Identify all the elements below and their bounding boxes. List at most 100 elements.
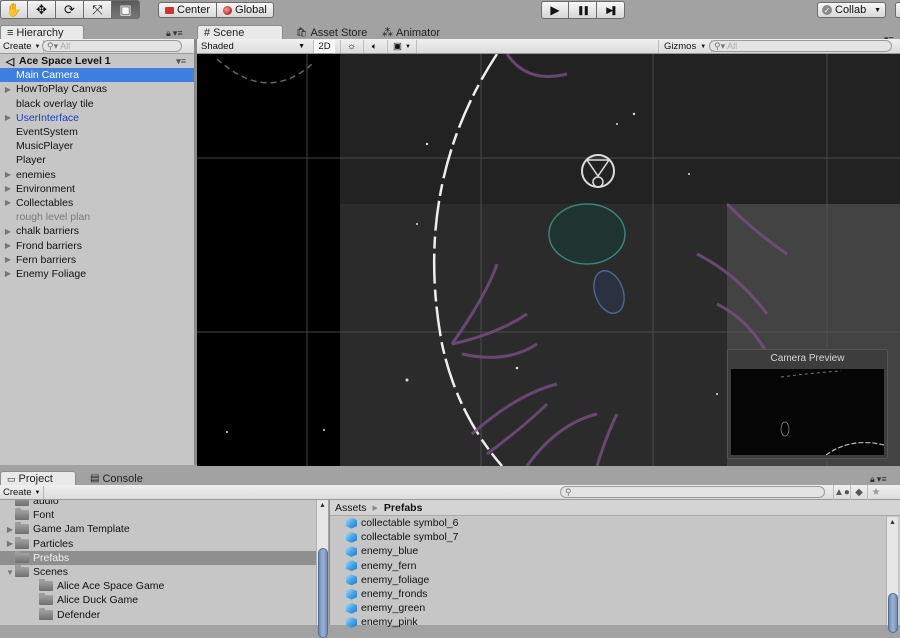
hand-tool-button[interactable]: ✋	[0, 0, 28, 19]
collapse-arrow-icon[interactable]: ▼	[5, 568, 15, 577]
expand-arrow-icon[interactable]: ▶	[0, 113, 16, 122]
asset-list-scrollbar[interactable]: ▲	[886, 517, 898, 633]
expand-arrow-icon[interactable]: ▶	[0, 170, 16, 179]
hierarchy-search-input[interactable]: ⚲▾ All	[42, 40, 182, 52]
hierarchy-item[interactable]: ▶ enemies	[0, 168, 194, 182]
create-label: Create	[3, 487, 32, 498]
expand-arrow-icon[interactable]: ▶	[0, 255, 16, 264]
collab-button[interactable]: ✓ Collab ▼	[817, 2, 886, 18]
hierarchy-item[interactable]: ▶ Collectables	[0, 196, 194, 210]
tab-hierarchy[interactable]: ≡ Hierarchy	[0, 25, 84, 40]
project-search-input[interactable]: ⚲	[560, 486, 825, 498]
hierarchy-item[interactable]: ▶ Enemy Foliage	[0, 267, 194, 281]
filter-by-label-button[interactable]: ◆	[850, 485, 867, 500]
pivot-global-toggle[interactable]: Global	[217, 2, 274, 18]
effects-dropdown[interactable]: ▣ ▼	[387, 40, 417, 53]
scrollbar-thumb[interactable]	[888, 593, 898, 633]
pause-button[interactable]: ❚❚	[569, 1, 597, 19]
lighting-toggle[interactable]: ☼	[340, 40, 362, 53]
hierarchy-item[interactable]: ▶ Fern barriers	[0, 253, 194, 267]
expand-arrow-icon[interactable]: ▶	[0, 198, 16, 207]
panel-menu-icon[interactable]: ▾≡	[877, 474, 887, 485]
main-toolbar: ✋ ✥ ⟳ ⤧ ▣ Center Global ▶ ❚❚ ▶❚ ✓ Collab…	[0, 0, 900, 22]
asset-item[interactable]: enemy_pink	[330, 615, 900, 629]
prefab-cube-icon	[346, 588, 357, 600]
asset-item[interactable]: enemy_green	[330, 601, 900, 615]
asset-item[interactable]: enemy_foliage	[330, 573, 900, 587]
lock-icon[interactable]: 🔒︎	[870, 474, 875, 485]
hierarchy-create-dropdown[interactable]: Create ▼	[0, 40, 45, 53]
rect-tool-button[interactable]: ▣	[112, 0, 140, 19]
folder-item[interactable]: ▶ Particles	[0, 536, 316, 551]
pivot-center-toggle[interactable]: Center	[158, 2, 218, 18]
gizmos-dropdown[interactable]: Gizmos ▼	[658, 40, 713, 53]
expand-arrow-icon[interactable]: ▶	[5, 539, 15, 548]
folder-item[interactable]: Font	[0, 508, 316, 522]
rotate-tool-button[interactable]: ⟳	[56, 0, 84, 19]
folder-item[interactable]: Defender	[0, 607, 316, 622]
expand-arrow-icon[interactable]: ▶	[5, 525, 15, 534]
hierarchy-item[interactable]: EventSystem	[0, 125, 194, 139]
step-button[interactable]: ▶❚	[597, 1, 625, 19]
breadcrumb: Assets ▶ Prefabs	[330, 500, 900, 516]
tab-label: Animator	[396, 26, 441, 39]
folder-item[interactable]: audio	[0, 500, 316, 508]
breadcrumb-item[interactable]: Assets	[335, 502, 367, 514]
shading-mode-dropdown[interactable]: Shaded ▼	[201, 40, 307, 53]
asset-item[interactable]: collectable symbol_6	[330, 516, 900, 530]
scroll-up-arrow-icon[interactable]: ▲	[887, 517, 898, 529]
hierarchy-item[interactable]: ▶ chalk barriers	[0, 224, 194, 238]
hierarchy-item[interactable]: ▶ HowToPlay Canvas	[0, 82, 194, 96]
asset-item[interactable]: enemy_fronds	[330, 587, 900, 601]
2d-toggle[interactable]: 2D	[313, 40, 335, 53]
scale-tool-button[interactable]: ⤧	[84, 0, 112, 19]
scene-root[interactable]: ◁ Ace Space Level 1 ▾≡	[0, 54, 194, 68]
expand-arrow-icon[interactable]: ▶	[0, 241, 16, 250]
playback-controls: ▶ ❚❚ ▶❚	[541, 1, 625, 19]
folder-item[interactable]: ▼ Scenes	[0, 565, 316, 579]
folder-item[interactable]: ▶ Game Jam Template	[0, 522, 316, 536]
hierarchy-item[interactable]: ▶ Frond barriers	[0, 238, 194, 252]
panel-splitter[interactable]	[0, 466, 900, 470]
folder-item[interactable]: Alice Duck Game	[0, 593, 316, 607]
audio-toggle[interactable]: 🔈︎	[363, 40, 385, 53]
folder-icon	[15, 522, 29, 535]
hierarchy-item[interactable]: MusicPlayer	[0, 139, 194, 153]
asset-item[interactable]: enemy_blue	[330, 544, 900, 558]
expand-arrow-icon[interactable]: ▶	[0, 184, 16, 193]
hierarchy-item[interactable]: black overlay tile	[0, 97, 194, 111]
tab-animator[interactable]: ⁂ Animator	[376, 25, 446, 40]
search-icon: ⚲▾	[714, 40, 726, 51]
expand-arrow-icon[interactable]: ▶	[0, 85, 16, 94]
favorites-button[interactable]: ★	[867, 485, 884, 500]
expand-arrow-icon[interactable]: ▶	[0, 269, 16, 278]
scroll-up-arrow-icon[interactable]: ▲	[317, 500, 328, 512]
expand-arrow-icon[interactable]: ▶	[0, 227, 16, 236]
folder-tree-scrollbar[interactable]: ▲	[316, 500, 328, 638]
tab-project[interactable]: ▭ Project	[0, 471, 76, 486]
scene-menu-icon[interactable]: ▾≡	[176, 56, 186, 67]
hierarchy-item[interactable]: Player	[0, 153, 194, 167]
panel-menu-icon[interactable]: ▾≡	[173, 28, 183, 39]
hierarchy-item[interactable]: Main Camera	[0, 68, 194, 83]
account-button[interactable]	[895, 2, 900, 18]
asset-item[interactable]: collectable symbol_7	[330, 530, 900, 544]
tab-scene[interactable]: # Scene	[197, 25, 283, 40]
folder-item[interactable]: Alice Ace Space Game	[0, 579, 316, 593]
folder-label: Prefabs	[33, 551, 70, 564]
filter-by-type-button[interactable]: ▲●	[833, 485, 850, 500]
scene-search-input[interactable]: ⚲▾ All	[709, 40, 892, 52]
hierarchy-item[interactable]: ▶ UserInterface	[0, 111, 194, 125]
hierarchy-item[interactable]: ▶ Environment	[0, 182, 194, 196]
project-create-dropdown[interactable]: Create ▼	[0, 486, 45, 499]
lock-icon[interactable]: 🔒︎	[166, 28, 171, 39]
folder-item[interactable]: Prefabs	[0, 550, 316, 565]
asset-item[interactable]: enemy_fern	[330, 559, 900, 573]
hierarchy-item[interactable]: rough level plan	[0, 210, 194, 224]
chevron-down-icon: ▼	[298, 43, 305, 50]
tab-console[interactable]: ▤ Console	[84, 471, 149, 486]
play-button[interactable]: ▶	[541, 1, 569, 19]
hierarchy-toolbar: Create ▼ ⚲▾ All	[0, 39, 194, 54]
tab-asset-store[interactable]: 🛍︎ Asset Store	[290, 25, 373, 40]
move-tool-button[interactable]: ✥	[28, 0, 56, 19]
